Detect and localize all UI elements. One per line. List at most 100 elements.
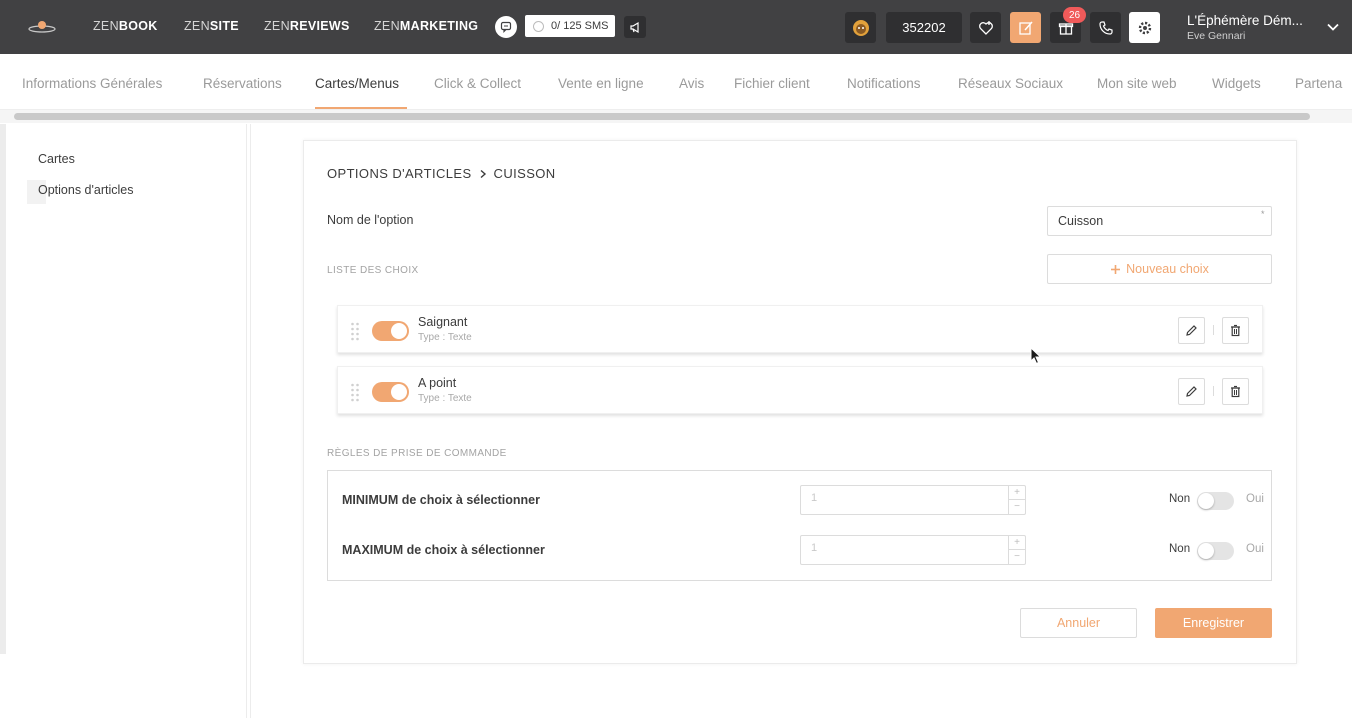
choices-section-title: LISTE DES CHOIX bbox=[327, 265, 419, 276]
sidebar-item-options-articles[interactable]: Options d'articles bbox=[38, 183, 133, 197]
tab-widgets[interactable]: Widgets bbox=[1212, 76, 1261, 91]
order-rules-box: MINIMUM de choix à sélectionner 1 + − Non… bbox=[327, 470, 1272, 581]
drag-handle-icon[interactable] bbox=[350, 382, 360, 402]
section-tabs: Informations Générales Réservations Cart… bbox=[0, 54, 1352, 110]
notification-count: 26 bbox=[1068, 9, 1081, 21]
tab-notifications[interactable]: Notifications bbox=[847, 76, 921, 91]
heart-plus-icon bbox=[978, 20, 993, 35]
active-tab-indicator bbox=[315, 107, 407, 109]
min-choices-yes-label: Oui bbox=[1246, 493, 1264, 505]
nav-zenmarketing-label: MARKETING bbox=[399, 19, 479, 33]
edit-note-icon bbox=[1018, 21, 1033, 35]
min-choices-input[interactable]: 1 + − bbox=[800, 485, 1026, 515]
option-name-input[interactable] bbox=[1047, 206, 1272, 236]
tab-partenaires[interactable]: Partena bbox=[1295, 76, 1342, 91]
logo-icon[interactable] bbox=[28, 16, 56, 36]
tab-mon-site-web[interactable]: Mon site web bbox=[1097, 76, 1177, 91]
max-choices-value: 1 bbox=[811, 542, 818, 554]
tab-click-collect[interactable]: Click & Collect bbox=[434, 76, 521, 91]
max-choices-input[interactable]: 1 + − bbox=[800, 535, 1026, 565]
reservation-counter-value: 352202 bbox=[902, 20, 946, 35]
lion-icon bbox=[852, 19, 869, 36]
min-choices-stepper[interactable]: + − bbox=[1008, 486, 1025, 514]
new-choice-button[interactable]: Nouveau choix bbox=[1047, 254, 1272, 284]
megaphone-button[interactable] bbox=[624, 16, 646, 38]
choice-enabled-toggle[interactable] bbox=[372, 321, 409, 341]
sidebar-item-cartes[interactable]: Cartes bbox=[38, 152, 75, 166]
tab-reservations[interactable]: Réservations bbox=[203, 76, 282, 91]
sidebar: Cartes Options d'articles bbox=[6, 124, 247, 718]
edit-choice-button[interactable] bbox=[1178, 378, 1205, 405]
tab-informations-generales[interactable]: Informations Générales bbox=[22, 76, 162, 91]
phone-button[interactable] bbox=[1090, 12, 1121, 43]
trash-icon bbox=[1231, 324, 1240, 337]
settings-button[interactable] bbox=[1129, 12, 1160, 43]
separator bbox=[1213, 386, 1214, 396]
max-choices-stepper[interactable]: + − bbox=[1008, 536, 1025, 564]
max-choices-yes-label: Oui bbox=[1246, 543, 1264, 555]
choice-type: Type : Texte bbox=[418, 332, 472, 343]
choice-name: Saignant bbox=[418, 315, 468, 329]
phone-icon bbox=[1098, 20, 1113, 35]
mouse-cursor-icon bbox=[1030, 347, 1042, 365]
required-mark: * bbox=[1261, 209, 1265, 219]
edit-button[interactable] bbox=[1010, 12, 1041, 43]
choice-row: Saignant Type : Texte bbox=[337, 305, 1263, 353]
min-choices-toggle[interactable] bbox=[1197, 492, 1234, 510]
trash-icon bbox=[1231, 385, 1240, 398]
megaphone-icon bbox=[629, 21, 639, 33]
delete-choice-button[interactable] bbox=[1222, 378, 1249, 405]
user-name: Eve Gennari bbox=[1187, 30, 1246, 42]
choice-enabled-toggle[interactable] bbox=[372, 382, 409, 402]
nav-zenbook-prefix: ZEN bbox=[93, 19, 119, 33]
rules-section-title: RÈGLES DE PRISE DE COMMANDE bbox=[327, 448, 507, 459]
max-choices-toggle[interactable] bbox=[1197, 542, 1234, 560]
choice-name: A point bbox=[418, 376, 457, 390]
chevron-down-icon[interactable] bbox=[1326, 20, 1340, 34]
breadcrumb-parent[interactable]: OPTIONS D'ARTICLES bbox=[327, 166, 472, 181]
tabs-scrollbar[interactable] bbox=[14, 113, 1310, 120]
nav-zenreviews[interactable]: ZENREVIEWS bbox=[264, 19, 350, 33]
nav-zenbook[interactable]: ZENBOOK bbox=[93, 19, 158, 33]
chevron-right-icon bbox=[480, 169, 486, 178]
save-button[interactable]: Enregistrer bbox=[1155, 608, 1272, 638]
tab-avis[interactable]: Avis bbox=[679, 76, 704, 91]
tab-cartes-menus[interactable]: Cartes/Menus bbox=[315, 76, 399, 91]
tab-fichier-client[interactable]: Fichier client bbox=[734, 76, 810, 91]
min-choices-no-label: Non bbox=[1169, 493, 1191, 505]
nav-zenreviews-prefix: ZEN bbox=[264, 19, 290, 33]
cancel-button[interactable]: Annuler bbox=[1020, 608, 1137, 638]
top-bar: ZENBOOK ZENSITE ZENREVIEWS ZENMARKETING … bbox=[0, 0, 1352, 54]
nav-zenmarketing[interactable]: ZENMARKETING bbox=[374, 19, 478, 33]
chat-icon[interactable] bbox=[495, 16, 517, 38]
restaurant-name[interactable]: L'Éphémère Dém... bbox=[1187, 13, 1303, 28]
sms-progress-ring bbox=[533, 20, 544, 32]
toggle-knob bbox=[391, 384, 407, 400]
new-choice-label: Nouveau choix bbox=[1126, 262, 1209, 276]
choice-type: Type : Texte bbox=[418, 393, 472, 404]
decrement-icon[interactable]: − bbox=[1009, 500, 1025, 514]
decrement-icon[interactable]: − bbox=[1009, 550, 1025, 564]
drag-handle-icon[interactable] bbox=[350, 321, 360, 341]
min-choices-label: MINIMUM de choix à sélectionner bbox=[342, 493, 540, 507]
toggle-knob bbox=[1198, 543, 1214, 559]
nav-zensite-prefix: ZEN bbox=[184, 19, 210, 33]
reservation-counter[interactable]: 352202 bbox=[886, 12, 962, 43]
restaurant-logo-button[interactable] bbox=[845, 12, 876, 43]
sms-counter-text: 0/ 125 SMS bbox=[551, 20, 609, 32]
nav-zenreviews-label: REVIEWS bbox=[289, 19, 350, 33]
choice-row: A point Type : Texte bbox=[337, 366, 1263, 414]
delete-choice-button[interactable] bbox=[1222, 317, 1249, 344]
edit-choice-button[interactable] bbox=[1178, 317, 1205, 344]
nav-zensite[interactable]: ZENSITE bbox=[184, 19, 239, 33]
sms-counter[interactable]: 0/ 125 SMS bbox=[525, 15, 615, 37]
gear-icon bbox=[1138, 21, 1151, 34]
tab-reseaux-sociaux[interactable]: Réseaux Sociaux bbox=[958, 76, 1063, 91]
tab-vente-en-ligne[interactable]: Vente en ligne bbox=[558, 76, 644, 91]
increment-icon[interactable]: + bbox=[1009, 536, 1025, 550]
increment-icon[interactable]: + bbox=[1009, 486, 1025, 500]
favorites-button[interactable] bbox=[970, 12, 1001, 43]
pencil-icon bbox=[1186, 386, 1197, 397]
plus-icon bbox=[1111, 264, 1121, 274]
breadcrumb-current: CUISSON bbox=[493, 166, 556, 181]
